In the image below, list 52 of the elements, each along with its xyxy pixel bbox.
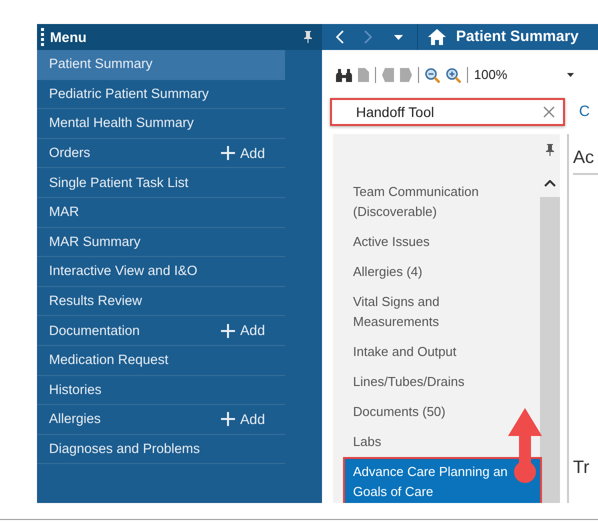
component-list-item[interactable]: Intake and Output bbox=[333, 339, 533, 365]
drag-handle-icon bbox=[41, 28, 44, 46]
menu-item[interactable]: Diagnoses and Problems bbox=[37, 434, 285, 464]
component-list-item[interactable]: Advance Care Planning an Goals of Care bbox=[345, 459, 540, 503]
plus-icon bbox=[221, 324, 236, 338]
back-icon[interactable] bbox=[336, 30, 344, 44]
zoom-out-icon[interactable] bbox=[425, 68, 440, 82]
close-icon[interactable] bbox=[543, 106, 555, 118]
menu-item[interactable]: Histories bbox=[37, 376, 285, 406]
menu-item[interactable]: Documentation Add bbox=[37, 316, 285, 346]
menu-item[interactable]: MAR Summary bbox=[37, 228, 285, 258]
binoculars-icon[interactable] bbox=[336, 68, 352, 82]
component-list-item[interactable]: Team Communication (Discoverable) bbox=[333, 179, 533, 225]
menu-item[interactable]: Orders Add bbox=[37, 138, 285, 168]
menu-item[interactable]: Allergies Add bbox=[37, 405, 285, 435]
tab[interactable]: C bbox=[579, 100, 590, 124]
scrollbar-thumb[interactable] bbox=[540, 197, 560, 503]
menu-item[interactable]: Medication Request bbox=[37, 346, 285, 376]
component-list-item[interactable]: Documents (50) bbox=[333, 399, 533, 425]
component-list-item[interactable]: Vital Signs and Measurements bbox=[333, 289, 533, 335]
add-button[interactable]: Add bbox=[221, 142, 265, 164]
component-list-item[interactable]: Active Issues bbox=[333, 229, 533, 255]
menu-item[interactable]: Mental Health Summary bbox=[37, 109, 285, 139]
pin-icon[interactable] bbox=[546, 144, 554, 156]
page-title: Patient Summary bbox=[456, 26, 579, 47]
scroll-up-icon[interactable] bbox=[544, 180, 556, 187]
menu-title: Menu bbox=[50, 28, 87, 46]
component-list-item[interactable]: Allergies (4) bbox=[333, 259, 533, 285]
menu-item[interactable]: Pediatric Patient Summary bbox=[37, 80, 285, 110]
menu-item[interactable]: Patient Summary bbox=[37, 50, 285, 80]
caret-icon[interactable] bbox=[394, 34, 403, 40]
menu-item[interactable]: Single Patient Task List bbox=[37, 168, 285, 198]
section-heading: Tr bbox=[573, 456, 590, 479]
menu-item[interactable]: MAR bbox=[37, 198, 285, 228]
menu-item[interactable]: Results Review bbox=[37, 286, 285, 316]
component-list-item[interactable]: Labs bbox=[333, 429, 533, 455]
add-button[interactable]: Add bbox=[221, 320, 265, 342]
zoom-in-icon[interactable] bbox=[446, 68, 461, 82]
home-icon[interactable] bbox=[428, 29, 446, 45]
plus-icon bbox=[221, 412, 236, 426]
section-heading: Ac bbox=[573, 144, 598, 175]
add-button[interactable]: Add bbox=[221, 408, 265, 430]
menu-item-label: Documentation bbox=[49, 322, 140, 340]
menu-item-label: Allergies bbox=[49, 410, 101, 428]
menu-item-label: Orders bbox=[49, 144, 90, 162]
component-list-item[interactable]: Lines/Tubes/Drains bbox=[333, 369, 533, 395]
menu-item[interactable]: Interactive View and I&O bbox=[37, 257, 285, 287]
plus-icon bbox=[221, 146, 236, 160]
search-field[interactable]: Handoff Tool bbox=[330, 98, 565, 126]
zoom-dropdown[interactable]: 100% bbox=[474, 65, 574, 85]
pin-icon[interactable] bbox=[304, 31, 312, 43]
caret-icon bbox=[567, 73, 574, 77]
